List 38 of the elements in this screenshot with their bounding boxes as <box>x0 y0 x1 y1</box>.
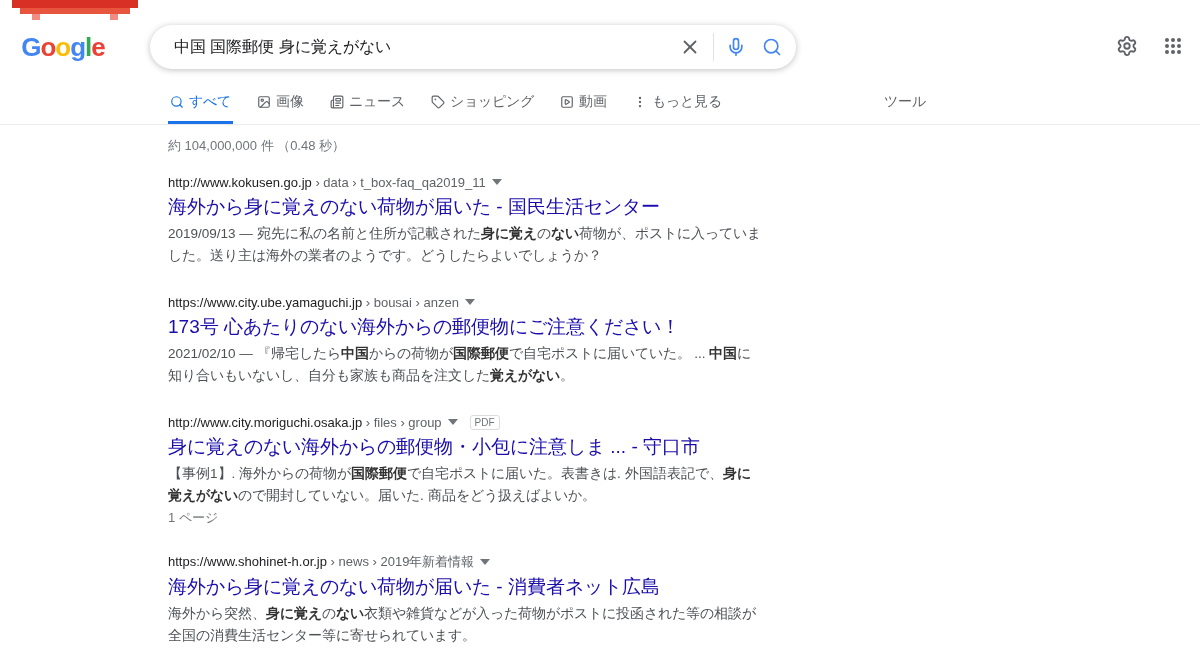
file-type-label: PDF <box>469 414 500 430</box>
tab[interactable]: ショッピング <box>429 93 536 124</box>
result-snippet: 2021/02/10 — 『帰宅したら中国からの荷物が国際郵便で自宅ポストに届いていた。 ... 中国に知り合いもいないし、自分も家族も商品を注文した覚えがない。 <box>168 345 753 385</box>
caret-icon[interactable] <box>464 299 475 305</box>
apps-grid-icon[interactable] <box>1164 37 1182 55</box>
result-stats: 約 104,000,000 件 （0.48 秒） <box>168 137 347 155</box>
result-url: https://www.shohinet-h.or.jp › news › 2019年新着情報 <box>168 553 475 571</box>
caret-icon[interactable] <box>480 559 491 565</box>
result-snippet: 海外から突然、身に覚えのない衣類や雑貨などが入った荷物がポストに投函された等の相談が全国の消費生活センター等に寄せられています。 <box>168 605 757 645</box>
torii-gate-icon <box>12 0 138 20</box>
tag-icon <box>431 95 445 109</box>
image-icon <box>257 95 271 109</box>
play-icon <box>560 95 574 109</box>
search-field[interactable]: 中国 国際郵便 身に覚えがない <box>150 25 796 69</box>
tab[interactable]: すべて <box>168 93 233 124</box>
tab[interactable]: ニュース <box>328 93 407 124</box>
result-url: http://www.city.moriguchi.osaka.jp › files › group <box>168 414 442 430</box>
search-icon[interactable] <box>762 37 782 57</box>
result-title-link[interactable]: 173号 心あたりのない海外からの郵便物にご注意ください！ <box>168 314 762 340</box>
tools-link[interactable]: ツール <box>884 93 926 124</box>
page-count: 1 ページ <box>168 509 219 527</box>
result-snippet: 【事例1】. 海外からの荷物が国際郵便で自宅ポストに届いた。表書きは. 外国語表記で、身に覚えがないので開封していない。届いた. 商品をどう扱えばよいか。 <box>168 465 752 505</box>
caret-icon[interactable] <box>447 419 458 425</box>
google-doodle-logo[interactable]: Google <box>21 32 105 63</box>
result-title-link[interactable]: 身に覚えのない海外からの郵便物・小包に注意しま ... - 守口市 <box>168 434 762 460</box>
tab[interactable]: 動画 <box>558 93 609 124</box>
caret-icon[interactable] <box>491 179 502 185</box>
result-title-link[interactable]: 海外から身に覚えのない荷物が届いた - 消費者ネット広島 <box>168 574 762 600</box>
result-url: https://www.city.ube.yamaguchi.jp › bousai › anzen <box>168 294 459 310</box>
result-url: http://www.kokusen.go.jp › data › t_box-faq_qa2019_11 <box>168 174 486 190</box>
microphone-icon[interactable] <box>726 37 746 57</box>
tab[interactable]: 画像 <box>255 93 306 124</box>
search-icon <box>170 95 184 109</box>
result-snippet: 2019/09/13 — 宛先に私の名前と住所が記載された身に覚えのない荷物が、ポストに入っていました。送り主は海外の業者のようです。どうしたらよいでしょうか？ <box>168 225 762 265</box>
result-title-link[interactable]: 海外から身に覚えのない荷物が届いた - 国民生活センター <box>168 194 762 220</box>
settings-icon[interactable] <box>1116 35 1138 57</box>
newspaper-icon <box>330 95 344 109</box>
tab[interactable]: もっと見る <box>631 93 724 124</box>
